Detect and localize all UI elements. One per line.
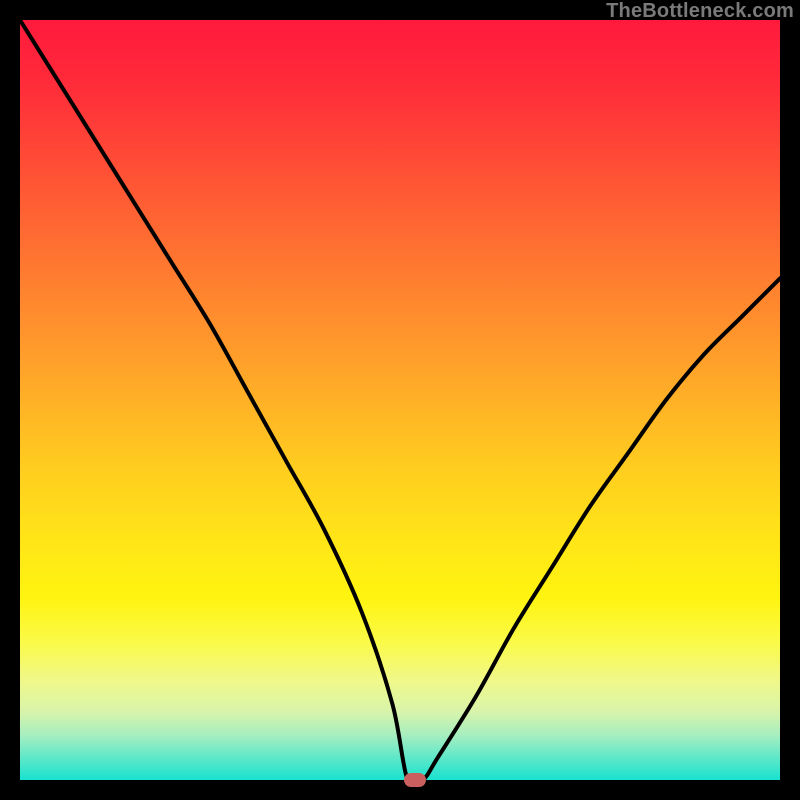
optimal-marker <box>404 773 426 787</box>
curve-svg <box>20 20 780 780</box>
plot-area <box>20 20 780 780</box>
bottleneck-curve <box>20 20 780 787</box>
chart-frame: TheBottleneck.com <box>0 0 800 800</box>
